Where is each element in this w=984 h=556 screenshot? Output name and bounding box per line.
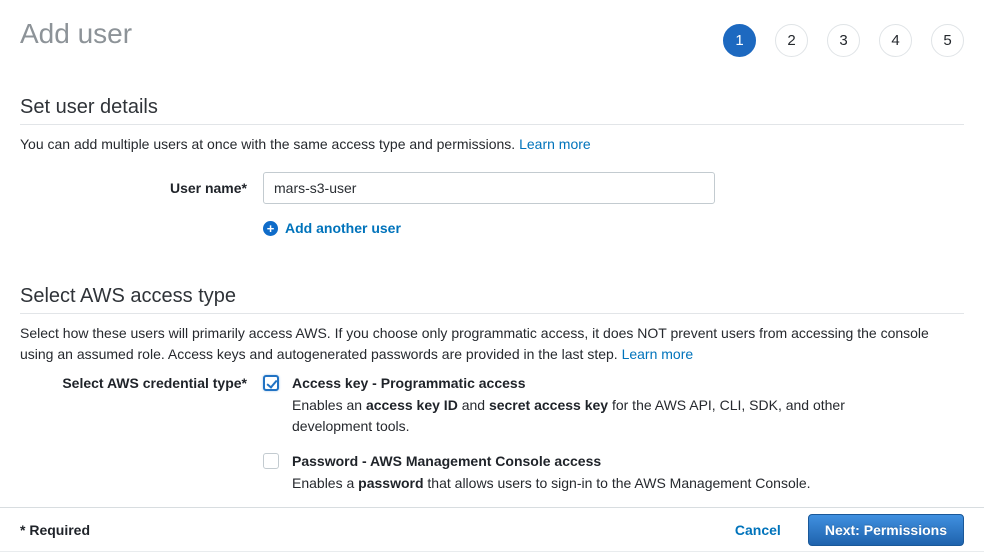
desc-bold: access key ID: [366, 397, 458, 413]
desc-bold: password: [358, 475, 423, 491]
page-title: Add user: [20, 16, 132, 52]
user-details-title: Set user details: [20, 95, 964, 119]
desc-text: and: [458, 397, 489, 413]
access-type-title: Select AWS access type: [20, 284, 964, 308]
access-key-option-description: Enables an access key ID and secret acce…: [292, 395, 847, 437]
option-body: Password - AWS Management Console access…: [292, 451, 811, 494]
option-body: Access key - Programmatic access Enables…: [292, 373, 847, 437]
wizard-footer: * Required Cancel Next: Permissions: [0, 507, 984, 552]
intro-text: You can add multiple users at once with …: [20, 136, 519, 152]
access-key-option-title[interactable]: Access key - Programmatic access: [292, 373, 847, 393]
step-1: 1: [723, 24, 756, 57]
add-another-user-label[interactable]: Add another user: [285, 220, 401, 236]
footer-actions: Cancel Next: Permissions: [735, 514, 964, 546]
intro-text: Select how these users will primarily ac…: [20, 325, 929, 362]
step-5: 5: [931, 24, 964, 57]
desc-bold: secret access key: [489, 397, 608, 413]
section-access-type: Select AWS access type Select how these …: [20, 284, 964, 494]
user-details-intro: You can add multiple users at once with …: [20, 134, 964, 155]
page-header: Add user 1 2 3 4 5: [20, 0, 964, 57]
step-3: 3: [827, 24, 860, 57]
desc-text: Enables a: [292, 475, 358, 491]
option-access-key: Access key - Programmatic access Enables…: [263, 373, 847, 437]
divider: [20, 313, 964, 314]
step-2: 2: [775, 24, 808, 57]
divider: [20, 124, 964, 125]
next-permissions-button[interactable]: Next: Permissions: [808, 514, 964, 546]
user-name-control: [263, 172, 715, 204]
credential-type-row: Select AWS credential type* Access key -…: [20, 373, 964, 494]
password-option-title[interactable]: Password - AWS Management Console access: [292, 451, 811, 471]
credential-options: Access key - Programmatic access Enables…: [263, 373, 847, 494]
learn-more-link[interactable]: Learn more: [622, 346, 694, 362]
step-4: 4: [879, 24, 912, 57]
desc-text: that allows users to sign-in to the AWS …: [424, 475, 811, 491]
section-user-details: Set user details You can add multiple us…: [20, 95, 964, 236]
required-note: * Required: [20, 522, 90, 538]
password-checkbox[interactable]: [263, 453, 279, 469]
user-name-input[interactable]: [263, 172, 715, 204]
add-user-page: Add user 1 2 3 4 5 Set user details You …: [0, 0, 984, 494]
access-key-checkbox[interactable]: [263, 375, 279, 391]
cancel-link[interactable]: Cancel: [735, 522, 781, 538]
user-name-label: User name*: [20, 180, 247, 196]
learn-more-link[interactable]: Learn more: [519, 136, 591, 152]
desc-text: Enables an: [292, 397, 366, 413]
plus-icon: [263, 221, 278, 236]
credential-type-label: Select AWS credential type*: [20, 373, 247, 494]
user-name-row: User name*: [20, 172, 964, 204]
access-type-intro: Select how these users will primarily ac…: [20, 323, 964, 365]
step-indicator: 1 2 3 4 5: [723, 24, 964, 57]
password-option-description: Enables a password that allows users to …: [292, 473, 811, 494]
option-password: Password - AWS Management Console access…: [263, 451, 847, 494]
add-another-user-button[interactable]: Add another user: [263, 220, 964, 236]
